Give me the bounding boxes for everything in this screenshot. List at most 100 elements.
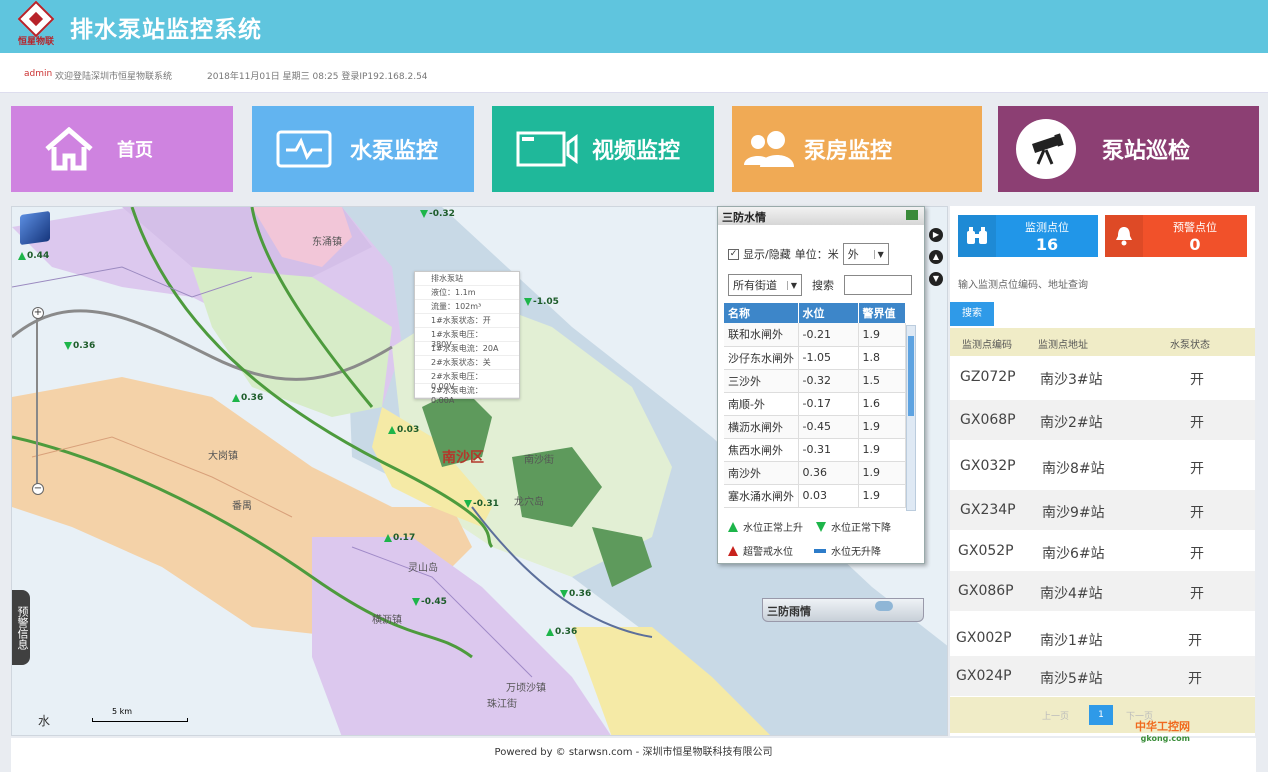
water-level-sensor[interactable]: -1.05: [524, 297, 559, 307]
unit-select[interactable]: 外 ▼: [842, 243, 889, 265]
table-row[interactable]: GX234P 南沙9#站 开: [950, 490, 1255, 530]
cell-alert: 1.8: [858, 346, 906, 370]
panel-next-icon[interactable]: ▶: [929, 228, 943, 242]
username[interactable]: admin: [24, 69, 52, 79]
page-1-button[interactable]: 1: [1089, 705, 1113, 725]
table-row[interactable]: GX052P 南沙6#站 开: [950, 531, 1255, 571]
panel-up-icon[interactable]: ▲: [929, 250, 943, 264]
info-bar: admin 欢迎登陆深圳市恒星物联系统 2018年11月01日 星期三 08:2…: [0, 53, 1268, 93]
alert-info-tab[interactable]: 预警信息: [12, 590, 30, 665]
table-header-row: 名称 水位 警界值: [724, 303, 906, 323]
water-search-input[interactable]: [844, 275, 912, 295]
nav-label-home: 首页: [117, 140, 153, 161]
level-down-icon: [412, 598, 420, 606]
nav-tile-pump-monitor[interactable]: 水泵监控: [252, 106, 474, 192]
cell-level: 0.03: [798, 484, 859, 508]
col-address: 监测点地址: [1038, 340, 1088, 351]
level-up-icon: [18, 252, 26, 260]
sensor-value: -0.31: [473, 499, 499, 509]
water-level-sensor[interactable]: -0.45: [412, 597, 447, 607]
nav-tile-video-monitor[interactable]: 视频监控: [492, 106, 714, 192]
water-level-sensor[interactable]: 0.36: [546, 627, 577, 637]
chevron-down-icon: ▼: [873, 249, 884, 259]
cell-level: 0.36: [798, 461, 859, 485]
monitor-search-button[interactable]: 搜索: [950, 302, 994, 326]
sensor-value: -1.05: [533, 297, 559, 307]
cell-address: 南沙6#站: [1042, 546, 1105, 562]
table-row[interactable]: 南沙外 0.36 1.9: [724, 461, 906, 485]
table-scrollbar[interactable]: [906, 325, 916, 511]
users-icon: [738, 129, 798, 169]
table-row[interactable]: 塞水涌水闸外 0.03 1.9: [724, 484, 906, 508]
tooltip-line: 1#水泵电压：380V: [415, 328, 519, 349]
tooltip-title: 排水泵站: [415, 272, 519, 286]
nav-label-video-monitor: 视频监控: [592, 139, 681, 164]
water-level-sensor[interactable]: 0.17: [384, 533, 415, 543]
col-name[interactable]: 名称: [724, 303, 799, 323]
water-level-sensor[interactable]: 0.44: [18, 251, 49, 261]
rain-info-panel[interactable]: 三防雨情: [762, 598, 924, 622]
map-label-town: 灵山岛: [408, 563, 438, 574]
cloud-icon: [875, 601, 893, 611]
zoom-out-icon[interactable]: −: [32, 483, 44, 495]
company-logo[interactable]: 恒星物联: [12, 0, 60, 50]
table-row[interactable]: GX024P 南沙5#站 开: [950, 656, 1255, 696]
monitor-search-input[interactable]: 输入监测点位编码、地址查询: [958, 276, 1088, 291]
page-footer: Powered by © starwsn.com - 深圳市恒星物联科技有限公司: [11, 738, 1256, 772]
cell-status: 开: [1190, 415, 1204, 431]
table-row[interactable]: GX032P 南沙8#站 开: [950, 446, 1255, 486]
water-level-sensor[interactable]: 0.36: [232, 393, 263, 403]
cell-name: 塞水涌水闸外: [724, 484, 799, 508]
warning-points-card[interactable]: 预警点位 0: [1105, 215, 1247, 257]
table-row[interactable]: GX002P 南沙1#站 开: [950, 618, 1255, 658]
col-level[interactable]: 水位: [798, 303, 859, 323]
table-row[interactable]: GZ072P 南沙3#站 开: [950, 357, 1255, 397]
map-label-town: 龙穴岛: [514, 497, 544, 508]
pump-station-tooltip: 排水泵站 液位：1.1m 流量：102m³ 1#水泵状态：开 1#水泵电压：38…: [414, 271, 520, 405]
cell-status: 开: [1190, 586, 1204, 602]
street-select[interactable]: 所有街道 ▼: [728, 274, 802, 296]
map-label-town: 东涌镇: [312, 237, 342, 248]
map-3d-toggle-icon[interactable]: [20, 210, 50, 246]
water-level-sensor[interactable]: 0.36: [64, 341, 95, 351]
cell-code: GX032P: [960, 458, 1016, 474]
scrollbar-thumb[interactable]: [908, 336, 914, 416]
tooltip-line: 1#水泵电流：20A: [415, 342, 519, 356]
nav-tile-home[interactable]: 首页: [11, 106, 233, 192]
cell-code: GX024P: [956, 668, 1012, 684]
level-down-icon: [464, 500, 472, 508]
table-row[interactable]: 沙仔东水闸外 -1.05 1.8: [724, 346, 906, 370]
table-row[interactable]: GX068P 南沙2#站 开: [950, 400, 1255, 440]
monitor-points-card[interactable]: 监测点位 16: [958, 215, 1098, 257]
zoom-slider[interactable]: + −: [32, 307, 44, 497]
show-hide-checkbox[interactable]: ✓: [728, 248, 739, 260]
water-panel-filter: 所有街道 ▼ 搜索: [728, 274, 912, 296]
table-row[interactable]: 焦西水闸外 -0.31 1.9: [724, 438, 906, 462]
col-alert[interactable]: 警界值: [858, 303, 906, 323]
cell-name: 三沙外: [724, 369, 799, 393]
cell-status: 开: [1190, 505, 1204, 521]
table-row[interactable]: 南顺-外 -0.17 1.6: [724, 392, 906, 416]
table-row[interactable]: 三沙外 -0.32 1.5: [724, 369, 906, 393]
map-scale: 5 km: [92, 707, 188, 722]
cell-level: -0.45: [798, 415, 859, 439]
table-row[interactable]: GX086P 南沙4#站 开: [950, 571, 1255, 611]
water-level-sensor[interactable]: 0.36: [560, 589, 591, 599]
nav-tile-pump-room[interactable]: 泵房监控: [732, 106, 982, 192]
water-level-sensor[interactable]: -0.32: [420, 209, 455, 219]
water-level-sensor[interactable]: 0.03: [388, 425, 419, 435]
cell-address: 南沙2#站: [1040, 415, 1103, 431]
unit-select-value: 外: [847, 248, 859, 261]
tooltip-line: 1#水泵状态：开: [415, 314, 519, 328]
nav-tile-station-patrol[interactable]: 泵站巡检: [998, 106, 1259, 192]
tooltip-line: 2#水泵电流：0.00A: [415, 384, 519, 405]
table-row[interactable]: 横沥水闸外 -0.45 1.9: [724, 415, 906, 439]
panel-down-icon[interactable]: ▼: [929, 272, 943, 286]
expand-icon[interactable]: [906, 210, 918, 220]
water-level-sensor[interactable]: -0.31: [464, 499, 499, 509]
zoom-in-icon[interactable]: +: [32, 307, 44, 319]
table-row[interactable]: 联和水闸外 -0.21 1.9: [724, 323, 906, 347]
prev-page-button[interactable]: 上一页: [1042, 709, 1069, 722]
level-down-icon: [420, 210, 428, 218]
show-hide-label: 显示/隐藏: [743, 248, 791, 261]
